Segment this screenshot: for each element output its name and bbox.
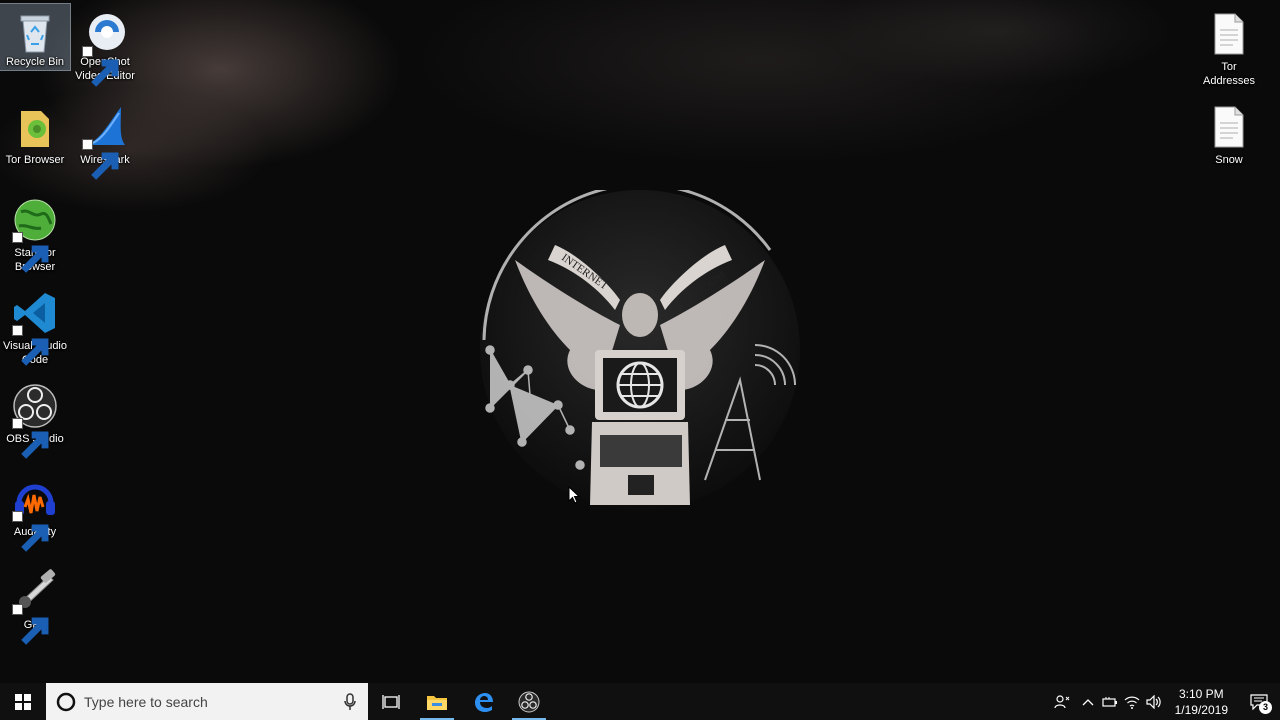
- text-file-icon: [1205, 103, 1253, 151]
- wifi-icon[interactable]: [1121, 683, 1143, 720]
- action-center-button[interactable]: 3: [1238, 683, 1280, 720]
- start-button[interactable]: [0, 683, 46, 720]
- task-view-button[interactable]: [368, 683, 414, 720]
- openshot-icon: [81, 10, 129, 87]
- desktop-icon-gpa[interactable]: GPA: [0, 562, 70, 645]
- notification-count-badge: 3: [1259, 701, 1272, 714]
- desktop-icon-tor-addresses[interactable]: Tor Addresses: [1194, 4, 1264, 88]
- wallpaper-eagle-emblem: INTERNET FREEDOM: [480, 190, 800, 510]
- vscode-icon: [11, 289, 59, 366]
- windows-logo-icon: [15, 693, 31, 710]
- shortcut-arrow-icon: [82, 46, 119, 87]
- shortcut-arrow-icon: [12, 325, 49, 366]
- people-icon[interactable]: [1047, 683, 1077, 720]
- taskbar-obs[interactable]: [506, 683, 552, 720]
- shortcut-arrow-icon: [12, 511, 49, 552]
- desktop-icon-wireshark[interactable]: Wireshark: [70, 97, 140, 180]
- search-placeholder: Type here to search: [84, 693, 208, 710]
- desktop-icon-snow[interactable]: Snow: [1194, 97, 1264, 167]
- audacity-icon: [11, 475, 59, 552]
- gpa-icon: [11, 568, 59, 645]
- desktop-icon-tor-browser[interactable]: Tor Browser: [0, 97, 70, 167]
- edge-icon: [475, 692, 493, 712]
- obs-icon: [11, 382, 59, 459]
- file-explorer-icon: [427, 695, 447, 710]
- shortcut-arrow-icon: [12, 232, 49, 273]
- taskbar-search-box[interactable]: Type here to search: [46, 683, 368, 720]
- show-hidden-icons-chevron-icon[interactable]: [1077, 683, 1099, 720]
- taskbar-clock[interactable]: 3:10 PM 1/19/2019: [1165, 686, 1238, 718]
- desktop-icon-recycle-bin[interactable]: Recycle Bin: [0, 3, 71, 71]
- clock-date: 1/19/2019: [1174, 702, 1228, 717]
- desktop-icon-audacity[interactable]: Audacity: [0, 469, 70, 552]
- shortcut-arrow-icon: [82, 139, 119, 180]
- desktop-icon-openshot[interactable]: OpenShot Video Editor: [70, 4, 140, 87]
- tor-browser-folder-icon: [11, 103, 59, 151]
- desktop: Recycle Bin OpenShot Video Editor Tor Br…: [0, 0, 1280, 683]
- volume-icon[interactable]: [1143, 683, 1165, 720]
- tor-globe-icon: [11, 196, 59, 273]
- text-file-icon: [1205, 10, 1253, 58]
- taskbar: Type here to search 3:10 PM 1/19/2019 3: [0, 683, 1280, 720]
- system-tray: 3:10 PM 1/19/2019 3: [1047, 683, 1280, 720]
- icon-label: Tor Browser: [5, 154, 65, 166]
- taskbar-edge[interactable]: [460, 683, 506, 720]
- shortcut-arrow-icon: [12, 418, 49, 459]
- recycle-bin-icon: [11, 10, 59, 58]
- clock-time: 3:10 PM: [1178, 686, 1224, 701]
- icon-label: Tor Addresses: [1203, 61, 1255, 87]
- task-view-icon: [382, 694, 400, 709]
- microphone-icon[interactable]: [344, 692, 356, 711]
- desktop-icon-obs-studio[interactable]: OBS Studio: [0, 376, 70, 459]
- battery-plug-icon[interactable]: [1099, 683, 1121, 720]
- taskbar-file-explorer[interactable]: [414, 683, 460, 720]
- desktop-icon-vscode[interactable]: Visual Studio Code: [0, 283, 70, 367]
- wireshark-icon: [81, 103, 129, 180]
- icon-label: Snow: [1215, 154, 1243, 166]
- mouse-pointer-icon: [568, 486, 580, 504]
- obs-icon: [518, 691, 540, 712]
- cortana-circle-icon: [56, 692, 76, 711]
- desktop-icon-start-tor-browser[interactable]: Start Tor Browser: [0, 190, 70, 274]
- shortcut-arrow-icon: [12, 604, 49, 645]
